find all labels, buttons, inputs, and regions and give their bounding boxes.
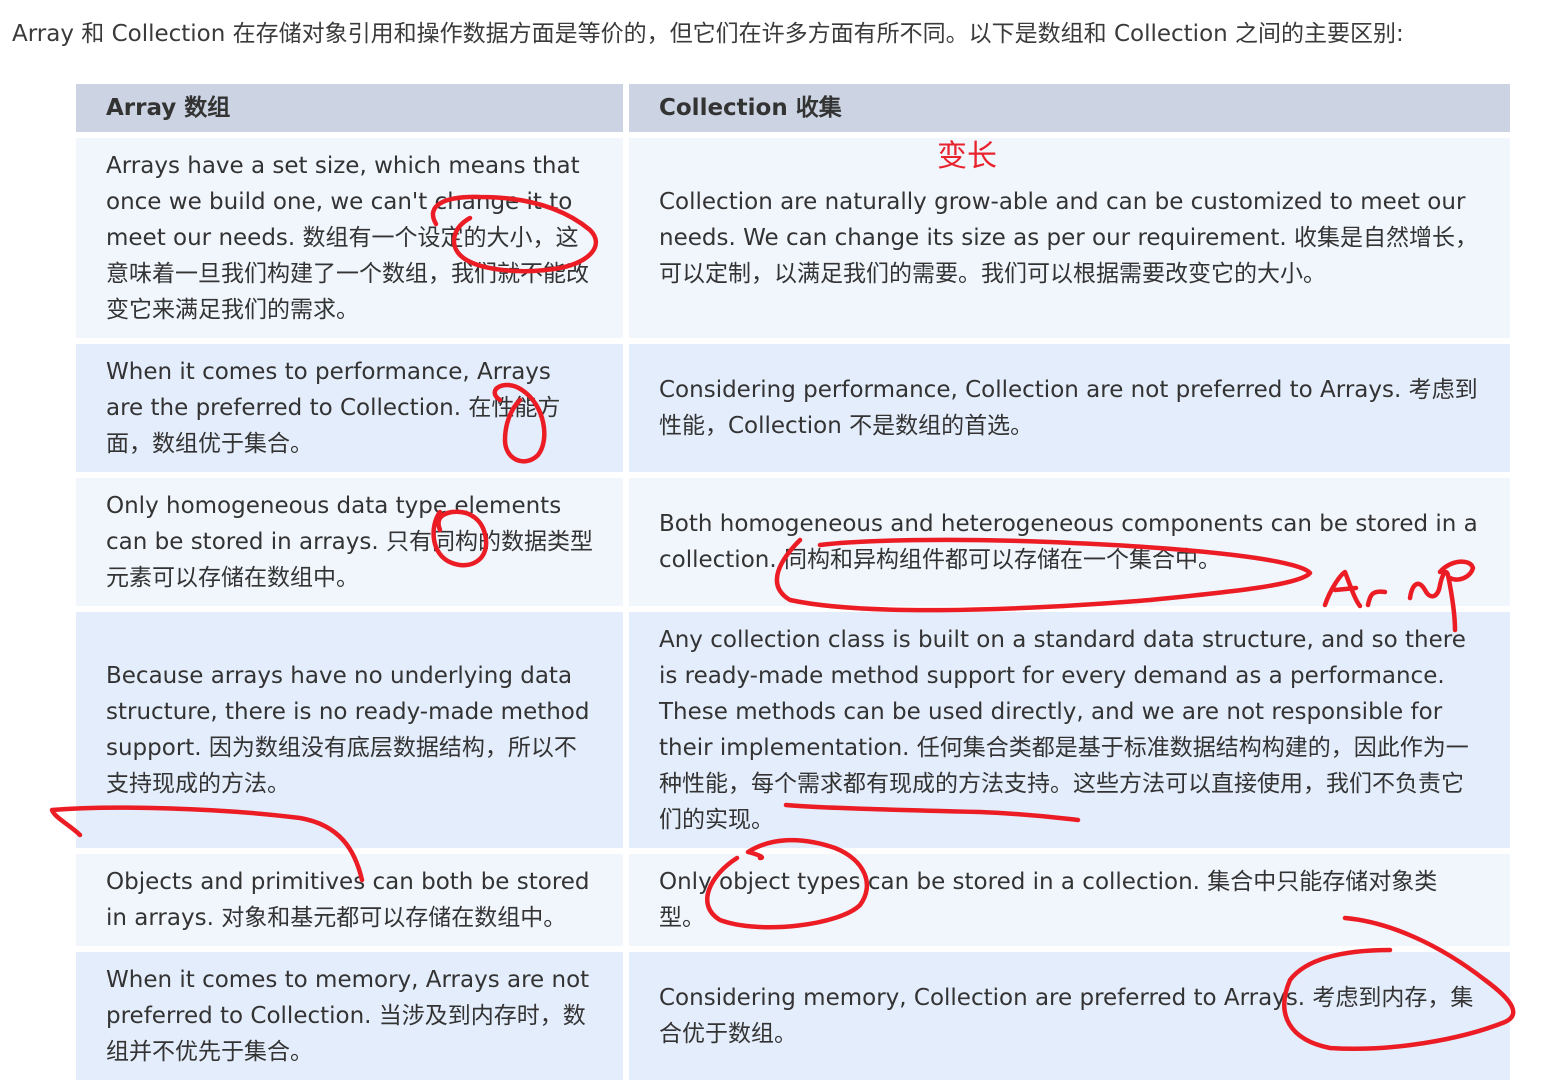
- array-cell: Only homogeneous data type elements can …: [76, 478, 629, 612]
- header-collection: Collection 收集: [629, 84, 1510, 138]
- array-cell: When it comes to performance, Arrays are…: [76, 344, 629, 478]
- array-cell: Because arrays have no underlying data s…: [76, 612, 629, 854]
- comparison-table: Array 数组 Collection 收集 Arrays have a set…: [76, 84, 1510, 1086]
- table-header-row: Array 数组 Collection 收集: [76, 84, 1510, 138]
- collection-cell: Any collection class is built on a stand…: [629, 612, 1510, 854]
- table-row: Because arrays have no underlying data s…: [76, 612, 1510, 854]
- intro-paragraph: Array 和 Collection 在存储对象引用和操作数据方面是等价的，但它…: [12, 21, 1404, 47]
- collection-cell: Only object types can be stored in a col…: [629, 854, 1510, 952]
- header-array: Array 数组: [76, 84, 629, 138]
- array-cell: Arrays have a set size, which means that…: [76, 138, 629, 344]
- table-row: When it comes to performance, Arrays are…: [76, 344, 1510, 478]
- collection-cell: Collection are naturally grow-able and c…: [629, 138, 1510, 344]
- table-row: Arrays have a set size, which means that…: [76, 138, 1510, 344]
- table-row: Objects and primitives can both be store…: [76, 854, 1510, 952]
- collection-cell: Considering performance, Collection are …: [629, 344, 1510, 478]
- handwritten-note: 变长: [937, 139, 997, 174]
- table-row: Only homogeneous data type elements can …: [76, 478, 1510, 612]
- array-cell: When it comes to memory, Arrays are not …: [76, 952, 629, 1086]
- collection-cell: Considering memory, Collection are prefe…: [629, 952, 1510, 1086]
- collection-cell: Both homogeneous and heterogeneous compo…: [629, 478, 1510, 612]
- table-row: When it comes to memory, Arrays are not …: [76, 952, 1510, 1086]
- array-cell: Objects and primitives can both be store…: [76, 854, 629, 952]
